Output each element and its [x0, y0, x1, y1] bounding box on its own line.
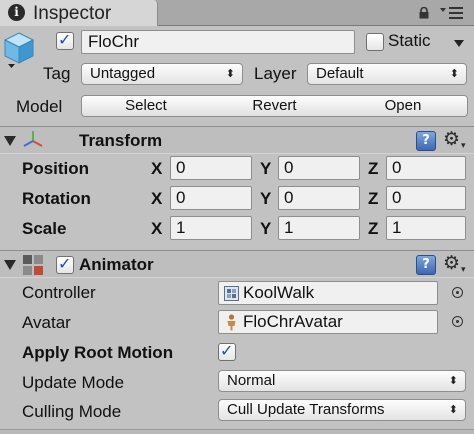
- apply-root-motion-label: Apply Root Motion: [22, 343, 174, 362]
- axis-z-label[interactable]: Z: [368, 159, 378, 179]
- animator-enabled-checkbox[interactable]: ✓: [56, 254, 74, 274]
- layer-label: Layer: [254, 64, 297, 83]
- animator-controller-icon: [224, 286, 239, 301]
- animator-title: Animator: [79, 255, 154, 274]
- position-y-field[interactable]: 0: [278, 156, 360, 180]
- revert-button[interactable]: Revert: [210, 95, 340, 117]
- object-name-field[interactable]: FloChr: [81, 30, 355, 54]
- menu-icon[interactable]: [440, 5, 464, 21]
- updown-icon: ⬍: [225, 68, 235, 80]
- axis-z-label[interactable]: Z: [368, 219, 378, 239]
- culling-mode-dropdown[interactable]: Cull Update Transforms ⬍: [218, 399, 466, 421]
- rotation-label: Rotation: [22, 189, 91, 208]
- static-label: Static: [388, 31, 431, 50]
- axis-z-label[interactable]: Z: [368, 189, 378, 209]
- object-picker-icon[interactable]: [452, 316, 463, 327]
- avatar-value: FloChrAvatar: [243, 312, 343, 331]
- object-picker-icon[interactable]: [452, 287, 463, 298]
- scale-y-field[interactable]: 1: [278, 216, 360, 240]
- rotation-z-field[interactable]: 0: [386, 186, 466, 210]
- controller-label: Controller: [22, 283, 96, 302]
- avatar-field[interactable]: FloChrAvatar: [218, 310, 438, 334]
- position-x-field[interactable]: 0: [170, 156, 252, 180]
- tag-dropdown[interactable]: Untagged ⬍: [81, 63, 243, 85]
- static-checkbox[interactable]: [366, 33, 384, 51]
- caret-down-icon: ▾: [461, 140, 466, 150]
- animator-foldout-icon[interactable]: [4, 260, 16, 270]
- position-z-field[interactable]: 0: [386, 156, 466, 180]
- bottom-divider: [0, 429, 474, 434]
- layer-dropdown[interactable]: Default ⬍: [307, 63, 467, 85]
- scale-z-field[interactable]: 1: [386, 216, 466, 240]
- update-mode-dropdown[interactable]: Normal ⬍: [218, 370, 466, 392]
- info-icon: i: [8, 4, 25, 21]
- transform-foldout-icon[interactable]: [4, 136, 16, 146]
- updown-icon: ⬍: [449, 68, 459, 80]
- open-button[interactable]: Open: [339, 95, 468, 117]
- avatar-icon: [227, 314, 236, 331]
- axis-x-label[interactable]: X: [151, 159, 162, 179]
- axis-x-label[interactable]: X: [151, 189, 162, 209]
- avatar-label: Avatar: [22, 313, 71, 332]
- lock-icon[interactable]: [418, 7, 430, 19]
- axis-y-label[interactable]: Y: [260, 219, 271, 239]
- updown-icon: ⬍: [448, 404, 458, 416]
- controller-value: KoolWalk: [243, 283, 315, 302]
- axis-x-label[interactable]: X: [151, 219, 162, 239]
- apply-root-motion-checkbox[interactable]: ✓: [218, 341, 236, 361]
- transform-header[interactable]: [0, 126, 474, 154]
- scale-x-field[interactable]: 1: [170, 216, 252, 240]
- tab-title: Inspector: [33, 3, 112, 24]
- help-icon[interactable]: ?: [416, 255, 436, 275]
- update-mode-label: Update Mode: [22, 373, 125, 392]
- active-checkbox[interactable]: ✓: [56, 30, 74, 50]
- help-icon[interactable]: ?: [416, 131, 436, 151]
- axis-y-label[interactable]: Y: [260, 189, 271, 209]
- select-button[interactable]: Select: [81, 95, 211, 117]
- gear-icon[interactable]: ⚙: [443, 254, 460, 274]
- updown-icon: ⬍: [448, 375, 458, 387]
- gear-icon[interactable]: ⚙: [443, 130, 460, 150]
- model-label: Model: [16, 97, 63, 116]
- cube-icon: [3, 32, 35, 68]
- axis-y-label[interactable]: Y: [260, 159, 271, 179]
- scale-label: Scale: [22, 219, 67, 238]
- transform-title: Transform: [79, 131, 163, 150]
- tag-label: Tag: [43, 64, 71, 83]
- transform-icon: [23, 131, 43, 147]
- animator-icon: [23, 255, 43, 275]
- rotation-y-field[interactable]: 0: [278, 186, 360, 210]
- position-label: Position: [22, 159, 90, 178]
- culling-mode-label: Culling Mode: [22, 402, 122, 421]
- caret-down-icon: ▾: [461, 264, 466, 274]
- rotation-x-field[interactable]: 0: [170, 186, 252, 210]
- static-dropdown-icon[interactable]: [454, 40, 464, 48]
- controller-field[interactable]: KoolWalk: [218, 281, 438, 305]
